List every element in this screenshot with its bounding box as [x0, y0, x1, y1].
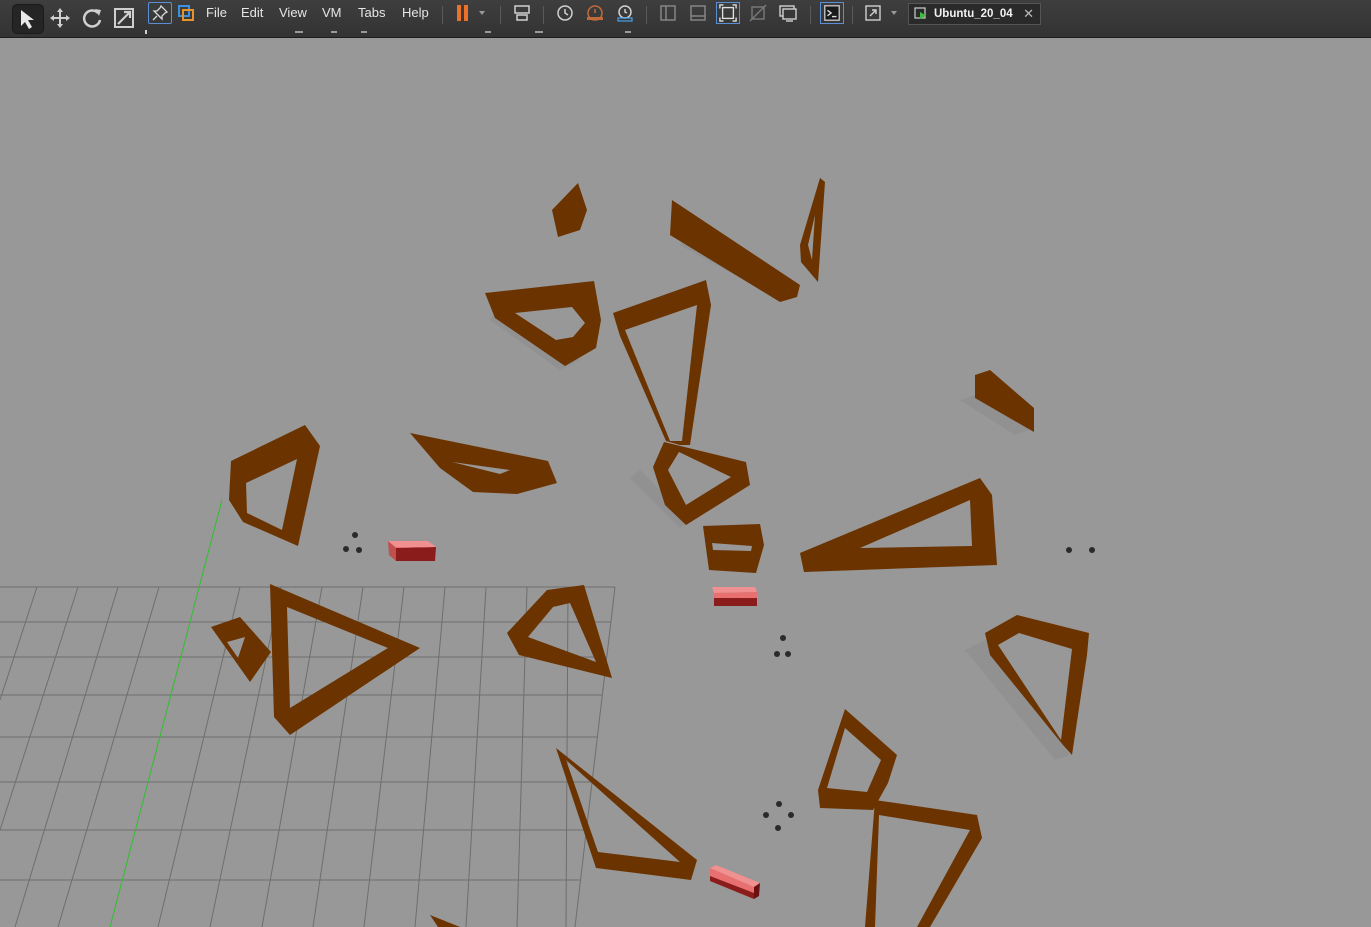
obstacle-wall: [410, 433, 557, 494]
hidden-toolbar-strip: [145, 30, 631, 34]
vm-tab-ubuntu[interactable]: Ubuntu_20_04 ✕: [908, 3, 1041, 25]
menu-vm[interactable]: VM: [322, 5, 342, 21]
unity-icon: [749, 4, 767, 22]
toolbar-separator: [500, 6, 501, 24]
terminal-icon: [824, 5, 840, 21]
snapshot-icon: [557, 5, 573, 21]
select-arrow-icon: [21, 10, 34, 29]
vm-running-icon: [914, 7, 928, 21]
snapshot-manager-icon: [617, 5, 633, 22]
toolbar-separator: [646, 6, 647, 24]
fit-guest-button[interactable]: [716, 2, 740, 24]
red-box: [712, 587, 757, 606]
close-icon[interactable]: ✕: [1023, 6, 1034, 22]
obstacle-wall: [229, 425, 320, 546]
translate-icon: [50, 8, 70, 28]
menu-help[interactable]: Help: [402, 5, 429, 21]
obstacle-wall: [613, 280, 711, 445]
menu-tabs[interactable]: Tabs: [358, 5, 385, 21]
toolbar-separator: [852, 6, 853, 24]
pause-button[interactable]: [452, 2, 490, 24]
red-box: [388, 541, 436, 561]
toolbar-separator: [543, 6, 544, 24]
menu-file[interactable]: File: [206, 5, 227, 21]
send-ctrl-alt-del-button[interactable]: [510, 2, 534, 24]
obstacle-wall: [800, 178, 825, 282]
pin-toolbar-button[interactable]: [148, 2, 172, 24]
marker-dots: [343, 532, 1095, 831]
rotate-icon: [82, 9, 102, 28]
obstacles: [211, 178, 1089, 927]
vm-library-icon: [178, 5, 194, 21]
scale-icon: [114, 8, 134, 28]
simulation-viewport[interactable]: [0, 38, 1371, 927]
revert-snapshot-icon: [587, 5, 603, 21]
select-tool-button[interactable]: [12, 4, 44, 34]
toolbar: File Edit View VM Tabs Help Ubuntu_20_04…: [0, 0, 1371, 38]
toolbar-separator: [810, 6, 811, 24]
obstacle-wall: [430, 915, 460, 927]
red-box: [710, 865, 760, 899]
unity-button[interactable]: [746, 2, 770, 24]
show-sidebar-button[interactable]: [656, 2, 680, 24]
vm-library-button[interactable]: [176, 2, 196, 24]
obstacle-wall: [556, 748, 697, 880]
scale-tool-button[interactable]: [110, 4, 138, 32]
send-ctrl-alt-del-icon: [514, 5, 530, 21]
show-thumbnail-bar-button[interactable]: [686, 2, 710, 24]
terminal-button[interactable]: [820, 2, 844, 24]
toolbar-separator: [442, 6, 443, 24]
obstacle-wall: [800, 478, 997, 572]
console-view-button[interactable]: [776, 2, 800, 24]
show-thumbnail-icon: [690, 5, 706, 21]
console-view-icon: [779, 5, 797, 22]
fullscreen-button[interactable]: [862, 2, 902, 24]
rotate-tool-button[interactable]: [78, 4, 106, 32]
y-axis-line: [109, 499, 223, 927]
obstacle-wall: [865, 800, 982, 927]
revert-snapshot-button[interactable]: [583, 2, 607, 24]
fit-guest-icon: [719, 4, 737, 22]
fullscreen-icon: [865, 5, 897, 21]
menu-view[interactable]: View: [279, 5, 307, 21]
pause-icon: [457, 5, 485, 21]
obstacle-wall: [507, 585, 612, 678]
obstacle-wall: [818, 709, 897, 810]
obstacle-wall: [211, 617, 271, 682]
obstacle-wall: [552, 183, 587, 237]
translate-tool-button[interactable]: [46, 4, 74, 32]
vm-tab-label: Ubuntu_20_04: [934, 8, 1013, 20]
snapshot-manager-button[interactable]: [613, 2, 637, 24]
menu-edit[interactable]: Edit: [241, 5, 263, 21]
snapshot-button[interactable]: [553, 2, 577, 24]
pin-icon: [152, 5, 168, 21]
obstacle-wall: [703, 524, 764, 573]
show-sidebar-icon: [660, 5, 676, 21]
